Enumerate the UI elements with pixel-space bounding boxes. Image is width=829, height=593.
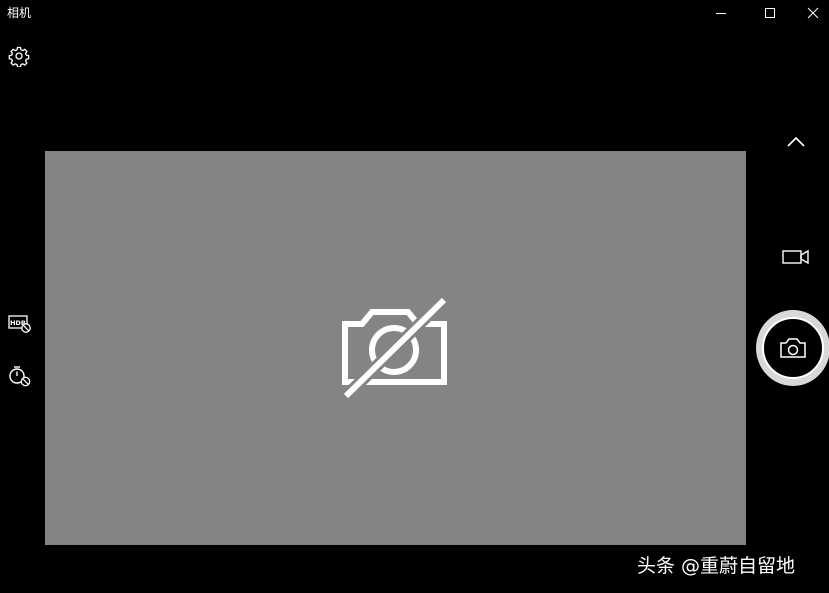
close-icon <box>807 7 818 19</box>
title-bar: 相机 <box>0 0 829 26</box>
close-button[interactable] <box>796 0 829 26</box>
hdr-off-icon: HDR <box>8 315 31 333</box>
camera-disabled-icon <box>341 295 449 401</box>
timer-off-icon <box>9 366 31 387</box>
camera-icon <box>780 338 806 358</box>
camera-disabled-indicator <box>340 295 452 406</box>
chevron-up-icon <box>787 136 805 147</box>
maximize-icon <box>765 8 775 18</box>
hdr-toggle-button[interactable]: HDR <box>5 310 33 336</box>
shutter-inner-ring <box>762 317 824 379</box>
settings-button[interactable] <box>5 42 33 70</box>
timer-toggle-button[interactable] <box>5 362 33 390</box>
maximize-button[interactable] <box>747 0 793 26</box>
app-title: 相机 <box>7 6 32 20</box>
photo-shutter-button[interactable] <box>756 310 829 386</box>
minimize-icon <box>716 13 726 14</box>
minimize-button[interactable] <box>698 0 744 26</box>
gear-icon <box>8 46 30 67</box>
video-mode-button[interactable] <box>779 245 813 269</box>
video-camera-icon <box>782 249 809 265</box>
expand-controls-button[interactable] <box>782 128 810 156</box>
watermark-text: 头条 @重蔚自留地 <box>637 555 796 577</box>
